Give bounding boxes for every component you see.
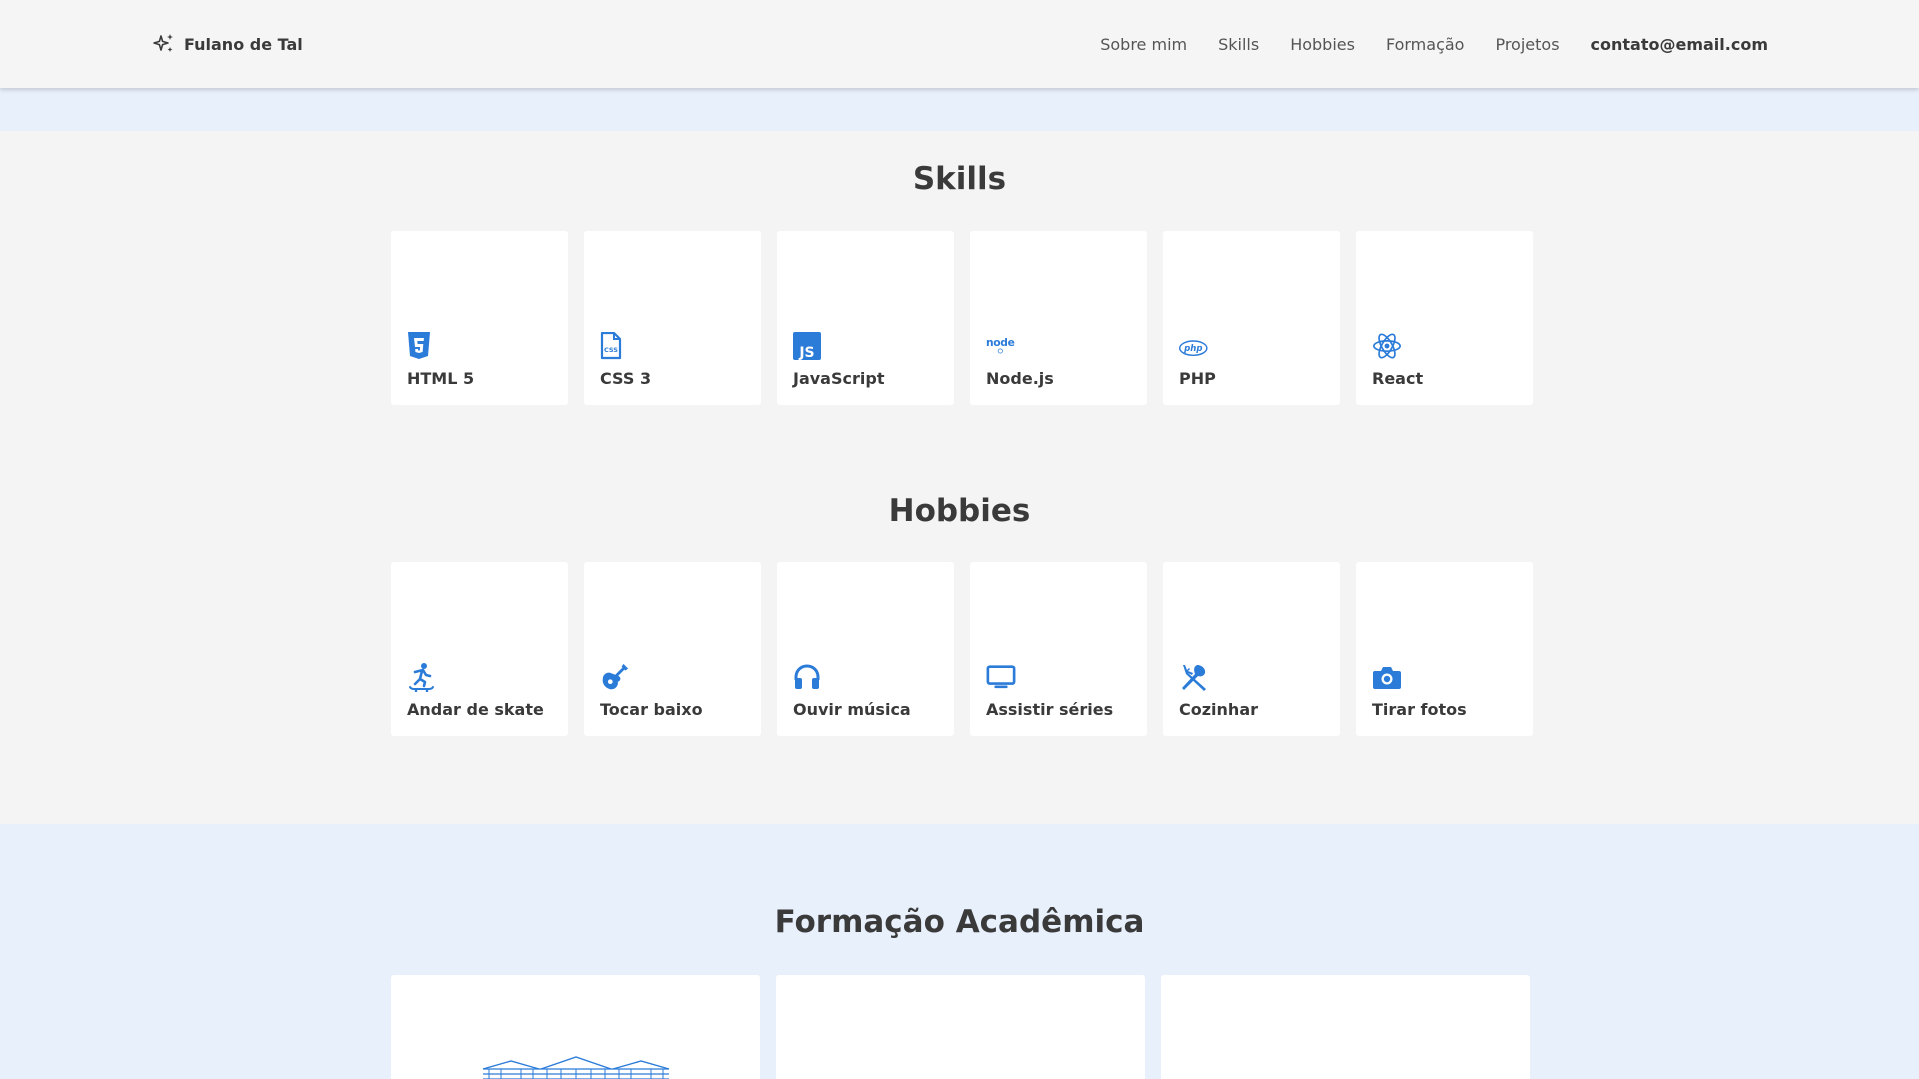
svg-text:JS: JS — [798, 345, 814, 360]
hobby-label: Ouvir música — [793, 700, 911, 719]
skill-label: JavaScript — [793, 369, 885, 388]
hobby-card-skate: Andar de skate — [391, 562, 568, 736]
hobby-label: Tirar fotos — [1372, 700, 1467, 719]
sparkles-icon — [153, 34, 173, 52]
hobby-card-music: Ouvir música — [777, 562, 954, 736]
hobby-label: Tocar baixo — [600, 700, 703, 719]
svg-text:php: php — [1183, 344, 1202, 354]
tv-icon — [986, 662, 1016, 692]
education-grid — [391, 975, 1530, 1079]
education-card — [776, 975, 1145, 1079]
headphones-icon — [793, 662, 823, 692]
brand[interactable]: Fulano de Tal — [152, 30, 303, 58]
skill-card-react: React — [1356, 231, 1533, 405]
hobby-card-photos: Tirar fotos — [1356, 562, 1533, 736]
nodejs-icon: node — [986, 331, 1016, 361]
skill-label: PHP — [1179, 369, 1216, 388]
education-card — [391, 975, 760, 1079]
nav-link-hobbies[interactable]: Hobbies — [1290, 35, 1355, 54]
svg-text:CSS: CSS — [604, 346, 618, 354]
camera-icon — [1372, 662, 1402, 692]
skills-grid: HTML 5 CSS CSS 3 JS JavaScript node Node… — [391, 231, 1533, 405]
hobby-label: Cozinhar — [1179, 700, 1258, 719]
university-building-icon — [482, 1056, 670, 1079]
nav-link-formacao[interactable]: Formação — [1386, 35, 1465, 54]
skills-title: Skills — [912, 161, 1007, 197]
css3-icon: CSS — [600, 331, 630, 361]
education-title: Formação Acadêmica — [774, 904, 1145, 940]
guitar-icon — [600, 662, 630, 692]
hobby-label: Assistir séries — [986, 700, 1114, 719]
hobby-label: Andar de skate — [407, 700, 544, 719]
site-header: Fulano de Tal Sobre mim Skills Hobbies F… — [0, 0, 1919, 88]
skill-card-html5: HTML 5 — [391, 231, 568, 405]
skill-label: CSS 3 — [600, 369, 652, 388]
skill-label: Node.js — [986, 369, 1054, 388]
nav-link-skills[interactable]: Skills — [1218, 35, 1259, 54]
skill-label: React — [1372, 369, 1424, 388]
skill-card-nodejs: node Node.js — [970, 231, 1147, 405]
nav-link-sobre-mim[interactable]: Sobre mim — [1100, 35, 1187, 54]
skill-card-css3: CSS CSS 3 — [584, 231, 761, 405]
brand-name: Fulano de Tal — [184, 34, 303, 54]
php-icon: php — [1179, 331, 1209, 361]
skill-label: HTML 5 — [407, 369, 475, 388]
hobby-card-series: Assistir séries — [970, 562, 1147, 736]
main-nav: Sobre mim Skills Hobbies Formação Projet… — [1100, 30, 1768, 58]
utensils-icon — [1179, 662, 1209, 692]
react-icon — [1372, 331, 1402, 361]
svg-text:node: node — [986, 336, 1015, 349]
about-section-bottom — [0, 88, 1919, 131]
hobby-card-bass: Tocar baixo — [584, 562, 761, 736]
skill-card-php: php PHP — [1163, 231, 1340, 405]
html5-icon — [407, 331, 437, 361]
contact-email-link[interactable]: contato@email.com — [1591, 35, 1768, 54]
hobbies-title: Hobbies — [888, 493, 1031, 529]
nav-link-projetos[interactable]: Projetos — [1495, 35, 1559, 54]
hobbies-grid: Andar de skate Tocar baixo Ouvir música … — [391, 562, 1533, 736]
skill-card-javascript: JS JavaScript — [777, 231, 954, 405]
skateboarding-icon — [407, 662, 437, 692]
education-card — [1161, 975, 1530, 1079]
javascript-icon: JS — [793, 331, 823, 361]
hobby-card-cooking: Cozinhar — [1163, 562, 1340, 736]
skills-hobbies-section: Skills HTML 5 CSS CSS 3 JS JavaScript no… — [0, 131, 1919, 824]
